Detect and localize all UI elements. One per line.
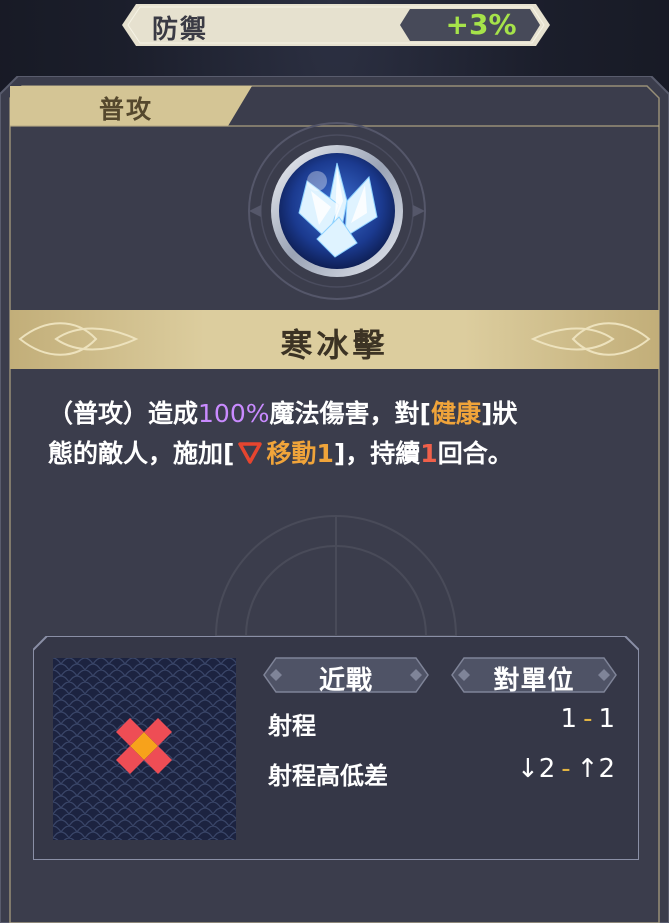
skill-name: 寒冰擊 xyxy=(280,326,389,364)
attack-type-label: 近戰 xyxy=(318,666,373,696)
description-line-1: （普攻）造成100%魔法傷害，對[健康]狀 xyxy=(48,394,628,434)
debuff-effect: 移動1 xyxy=(266,439,334,468)
range-info-box: 近戰 對單位 射程 1-1 射程高低差 ↓2- ↑2 xyxy=(33,636,639,860)
skill-name-bar: 寒冰擊 xyxy=(10,310,659,369)
desc-text: 魔法傷害，對[ xyxy=(269,399,431,428)
range-label: 射程 xyxy=(268,712,316,740)
damage-percent: 100% xyxy=(198,399,270,428)
height-down: ↓2 xyxy=(516,754,556,784)
height-separator: - xyxy=(561,754,571,784)
target-type-label: 對單位 xyxy=(493,666,575,696)
desc-text: （普攻）造成 xyxy=(48,399,199,428)
height-up: ↑2 xyxy=(576,754,615,784)
crystal-ice-skill-icon xyxy=(247,121,427,301)
range-max: 1 xyxy=(598,704,615,734)
skill-description: （普攻）造成100%魔法傷害，對[健康]狀 態的敵人，施加[ 移動1]，持續1回合… xyxy=(48,394,628,474)
range-value: 1-1 xyxy=(561,704,615,734)
desc-text: 回合。 xyxy=(437,439,513,468)
range-separator: - xyxy=(583,704,593,734)
height-diff-value: ↓2- ↑2 xyxy=(517,754,615,784)
tab-label: 普攻 xyxy=(98,95,153,124)
range-min: 1 xyxy=(560,704,578,734)
stat-label: 防禦 xyxy=(152,15,209,45)
down-triangle-debuff-icon xyxy=(238,442,263,464)
attack-type-badge: 近戰 xyxy=(262,656,430,696)
skill-panel: 普攻 寒冰擊 （普攻）造成100%魔法傷害，對[健康]狀 態的敵人，施加[移動… xyxy=(0,76,669,923)
desc-text: ]狀 xyxy=(480,399,518,428)
duration-turns: 1 xyxy=(420,439,438,468)
description-line-2: 態的敵人，施加[ 移動1]，持續1回合。 xyxy=(48,434,628,474)
desc-text: 態的敵人，施加[ xyxy=(48,439,235,468)
stat-value: +3% xyxy=(445,8,517,41)
height-diff-label: 射程高低差 xyxy=(268,762,388,790)
target-type-badge: 對單位 xyxy=(450,656,618,696)
stat-banner: 防禦 +3% xyxy=(122,2,550,48)
range-pattern-icon xyxy=(53,658,236,840)
desc-text: ]，持續 xyxy=(333,439,421,468)
status-keyword: 健康 xyxy=(430,399,481,428)
